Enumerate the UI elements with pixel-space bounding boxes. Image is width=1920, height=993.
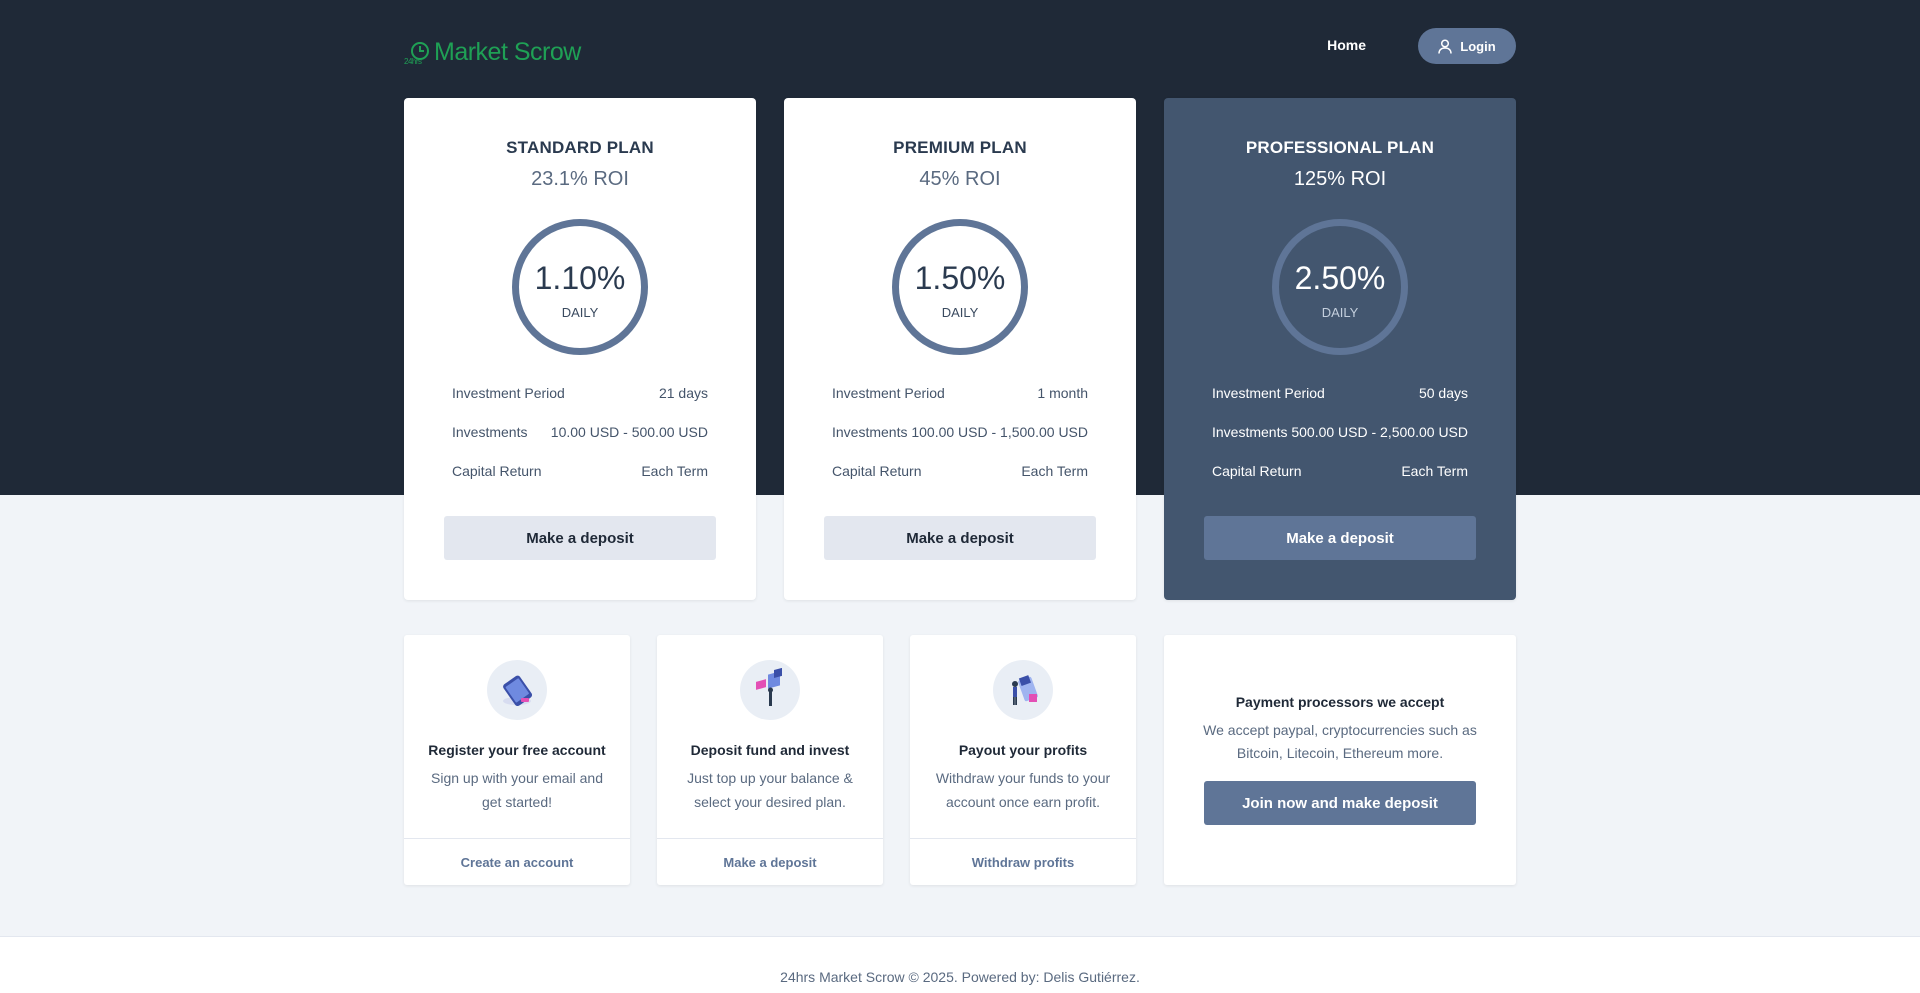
step-title: Payout your profits (958, 742, 1088, 758)
make-deposit-button[interactable]: Make a deposit (1204, 516, 1476, 560)
make-deposit-button[interactable]: Make a deposit (444, 516, 716, 560)
detail-label: Investments (832, 424, 908, 440)
footer-text: 24hrs Market Scrow © 2025. Powered by: D… (780, 969, 1140, 985)
payout-illustration-icon (993, 660, 1053, 720)
plan-roi: 23.1% ROI (531, 168, 629, 190)
plan-detail-row: Capital Return Each Term (452, 459, 708, 498)
daily-label: DAILY (561, 305, 599, 320)
plan-card-premium: PREMIUM PLAN 45% ROI 1.50% DAILY Investm… (784, 98, 1136, 600)
nav-home-link[interactable]: Home (1327, 37, 1366, 53)
detail-label: Capital Return (1212, 463, 1302, 479)
join-now-button[interactable]: Join now and make deposit (1204, 781, 1476, 825)
login-button[interactable]: Login (1418, 28, 1516, 64)
payment-processors-card: Payment processors we accept We accept p… (1164, 635, 1516, 885)
plan-detail-row: Investments 500.00 USD - 2,500.00 USD (1212, 420, 1468, 459)
detail-label: Investment Period (1212, 385, 1325, 401)
step-text: Sign up with your email and get started! (431, 770, 603, 810)
svg-text:24hrs: 24hrs (404, 57, 422, 66)
daily-rate: 1.10% (534, 260, 626, 296)
detail-value: Each Term (1021, 463, 1088, 479)
payment-title: Payment processors we accept (1235, 694, 1445, 710)
detail-label: Capital Return (452, 463, 542, 479)
detail-label: Investment Period (452, 385, 565, 401)
plan-detail-row: Investment Period 1 month (832, 381, 1088, 420)
user-icon (1438, 38, 1453, 54)
steps-section: Register your free account Sign up with … (404, 635, 1516, 885)
create-account-link[interactable]: Create an account (404, 838, 630, 885)
plan-name: PROFESSIONAL PLAN (1245, 138, 1435, 157)
step-card-payout: Payout your profits Withdraw your funds … (910, 635, 1136, 885)
detail-value: 21 days (658, 385, 708, 401)
make-deposit-button[interactable]: Make a deposit (824, 516, 1096, 560)
plan-detail-row: Investment Period 21 days (452, 381, 708, 420)
step-text: Withdraw your funds to your account once… (935, 770, 1111, 810)
plan-detail-row: Capital Return Each Term (1212, 459, 1468, 498)
invest-illustration-icon (740, 660, 800, 720)
daily-rate: 1.50% (914, 260, 1006, 296)
step-card-register: Register your free account Sign up with … (404, 635, 630, 885)
step-title: Deposit fund and invest (690, 742, 850, 758)
plan-detail-row: Investments 100.00 USD - 1,500.00 USD (832, 420, 1088, 459)
withdraw-profits-link[interactable]: Withdraw profits (910, 838, 1136, 885)
site-header: 24hrs Market Scrow Home Login (404, 24, 1516, 80)
step-title: Register your free account (428, 742, 606, 758)
step-card-deposit: Deposit fund and invest Just top up your… (657, 635, 883, 885)
detail-value: 500.00 USD - 2,500.00 USD (1291, 424, 1468, 440)
detail-value: Each Term (1401, 463, 1468, 479)
daily-rate-ring: 2.50% DAILY (1272, 219, 1408, 355)
detail-label: Investment Period (832, 385, 945, 401)
plan-details: Investment Period 21 days Investments 10.0… (452, 381, 708, 498)
detail-label: Capital Return (832, 463, 922, 479)
detail-value: 10.00 USD - 500.00 USD (550, 424, 708, 440)
plan-details: Investment Period 1 month Investments 100.… (832, 381, 1088, 498)
plan-detail-row: Capital Return Each Term (832, 459, 1088, 498)
detail-value: Each Term (641, 463, 708, 479)
plans-section: STANDARD PLAN 23.1% ROI 1.10% DAILY Inve… (404, 98, 1516, 600)
plan-detail-row: Investment Period 50 days (1212, 381, 1468, 420)
phone-illustration-icon (487, 660, 547, 720)
plan-roi: 125% ROI (1293, 168, 1387, 190)
daily-label: DAILY (1321, 305, 1359, 320)
detail-label: Investments (1212, 424, 1288, 440)
clock-logo-icon: 24hrs (404, 41, 429, 66)
plan-card-professional: PROFESSIONAL PLAN 125% ROI 2.50% DAILY I… (1164, 98, 1516, 600)
payment-text: We accept paypal, cryptocurrencies such … (1203, 722, 1477, 761)
plan-name: PREMIUM PLAN (893, 138, 1027, 157)
plan-roi: 45% ROI (919, 168, 1001, 190)
login-label: Login (1460, 38, 1496, 54)
detail-value: 1 month (1037, 385, 1088, 401)
site-footer: 24hrs Market Scrow © 2025. Powered by: D… (0, 936, 1920, 993)
daily-label: DAILY (941, 305, 979, 320)
detail-label: Investments (452, 424, 528, 440)
daily-rate-ring: 1.50% DAILY (892, 219, 1028, 355)
make-deposit-link[interactable]: Make a deposit (657, 838, 883, 885)
step-text: Just top up your balance & select your d… (687, 770, 853, 810)
plan-detail-row: Investments 10.00 USD - 500.00 USD (452, 420, 708, 459)
plan-details: Investment Period 50 days Investments 500.… (1212, 381, 1468, 498)
logo-text: Market Scrow (434, 38, 581, 66)
plan-card-standard: STANDARD PLAN 23.1% ROI 1.10% DAILY Inve… (404, 98, 756, 600)
detail-value: 50 days (1418, 385, 1468, 401)
plan-name: STANDARD PLAN (506, 138, 654, 157)
daily-rate: 2.50% (1294, 260, 1386, 296)
detail-value: 100.00 USD - 1,500.00 USD (911, 424, 1088, 440)
logo[interactable]: 24hrs Market Scrow (404, 38, 581, 67)
daily-rate-ring: 1.10% DAILY (512, 219, 648, 355)
